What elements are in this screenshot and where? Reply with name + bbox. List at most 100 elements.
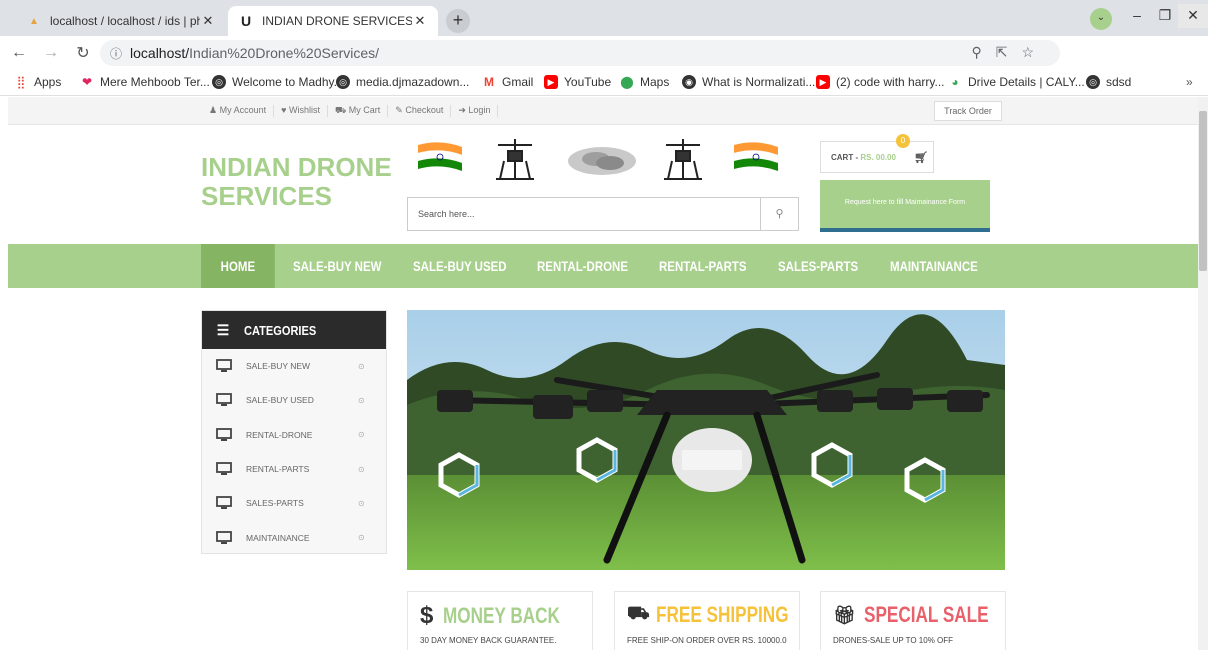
category-sale-buy-used[interactable]: SALE-BUY USED ⊙ [202, 383, 386, 417]
nav-sale-buy-new[interactable]: SALE-BUY NEW [293, 244, 381, 288]
omnibox-actions[interactable]: ⚲⇱☆ [971, 44, 1048, 61]
cart-widget[interactable]: CART - RS. 00.00 🛒︎ [820, 141, 934, 173]
nav-sales-parts[interactable]: SALES-PARTS [778, 244, 858, 288]
nav-sale-buy-used[interactable]: SALE-BUY USED [413, 244, 507, 288]
feature-subtitle: FREE SHIP-ON ORDER OVER RS. 10000.00 [627, 636, 787, 645]
tab-title: localhost / localhost / ids | phpM [50, 14, 200, 28]
hamburger-icon: ☰ [216, 321, 230, 338]
bookmark-mere-mehboob[interactable]: ❤ Mere Mehboob Ter... [80, 75, 210, 89]
chevron-right-icon: ⊙ [358, 361, 365, 371]
login-link[interactable]: ➜ Login [451, 105, 499, 117]
wishlist-link[interactable]: ♥ Wishlist [274, 105, 328, 117]
info-icon[interactable]: ⓘ [110, 45, 122, 62]
feature-money-back: $ MONEY BACK 30 DAY MONEY BACK GUARANTEE. [407, 591, 593, 650]
generic-icon: ◉ [682, 75, 696, 89]
categories-panel: ☰ CATEGORIES SALE-BUY NEW ⊙ SALE-BUY USED… [201, 310, 387, 554]
category-sales-parts[interactable]: SALES-PARTS ⊙ [202, 486, 386, 520]
feature-special-sale: 🎁︎ SPECIAL SALE DRONES-SALE UP TO 10% OFF [820, 591, 1006, 650]
drive-icon: ◕ [951, 75, 959, 89]
drone-icon [496, 139, 534, 180]
dollar-icon: $ [420, 602, 434, 629]
minimize-button[interactable]: – [1122, 4, 1152, 28]
account-links: ♟ My Account ♥ Wishlist ⛟ My Cart ✎ Chec… [202, 105, 499, 117]
brand-line-1: INDIAN DRONE [201, 152, 392, 182]
reload-icon[interactable]: ↻ [70, 43, 96, 63]
cart-label: CART - [831, 152, 861, 162]
monitor-icon [202, 359, 246, 373]
bookmark-media-djmaza[interactable]: ◎ media.djmazadown... [336, 75, 469, 89]
tab-title: INDIAN DRONE SERVICES- Home [262, 14, 412, 28]
tab-phpmyadmin[interactable]: ▲ localhost / localhost / ids | phpM ✕ [16, 6, 226, 36]
bookmark-drive-details[interactable]: ◕ Drive Details | CALY... [948, 75, 1084, 89]
maps-icon: ⬤ [620, 75, 634, 89]
bookmark-youtube[interactable]: ▶ YouTube [544, 75, 611, 89]
tab-indian-drone-services[interactable]: U INDIAN DRONE SERVICES- Home ✕ [228, 6, 438, 36]
address-toolbar: ← → ↻ ⓘ localhost/Indian%20Drone%20Servi… [0, 36, 1208, 96]
drone-icon [664, 139, 702, 180]
bookmark-sdsd[interactable]: ◎ sdsd [1086, 75, 1131, 89]
globe-icon: ◎ [336, 75, 350, 89]
checkout-link[interactable]: ✎ Checkout [388, 105, 452, 117]
bookmark-maps[interactable]: ⬤ Maps [620, 75, 669, 89]
browser-tab-strip: ▲ localhost / localhost / ids | phpM ✕ U… [0, 0, 1208, 36]
bookmark-welcome-madhy[interactable]: ◎ Welcome to Madhy... [212, 75, 344, 89]
feature-title: MONEY BACK [443, 603, 561, 628]
youtube-icon: ▶ [544, 75, 558, 89]
tab-search-button[interactable]: ⌄ [1090, 8, 1112, 30]
apps-grid-icon: ⣿ [16, 75, 26, 89]
site-logo-text[interactable]: INDIAN DRONE SERVICES [201, 153, 401, 211]
close-icon[interactable]: ✕ [412, 13, 428, 29]
my-account-link[interactable]: ♟ My Account [202, 105, 275, 117]
search-button[interactable]: ⚲ [760, 198, 798, 230]
truck-icon: ⛟ [627, 603, 650, 623]
bookmarks-bar: ⣿ Apps ❤ Mere Mehboob Ter... ◎ Welcome to M… [0, 70, 1208, 96]
web-page: ♟ My Account ♥ Wishlist ⛟ My Cart ✎ Chec… [8, 97, 1198, 650]
cart-count-badge: 0 [896, 134, 910, 148]
chevron-right-icon: ⊙ [358, 464, 365, 474]
bookmark-gmail[interactable]: M Gmail [482, 75, 533, 89]
nav-home[interactable]: HOME [201, 244, 275, 288]
bookmark-apps[interactable]: ⣿ Apps [14, 75, 62, 89]
category-rental-drone[interactable]: RENTAL-DRONE ⊙ [202, 418, 386, 452]
globe-icon: ◎ [212, 75, 226, 89]
bookmark-normalization[interactable]: ◉ What is Normalizati... [682, 75, 815, 89]
close-window-button[interactable]: ✕ [1178, 4, 1208, 28]
page-scrollbar[interactable] [1198, 97, 1208, 650]
maintenance-request-button[interactable]: Request here to fill Maimainance Form [820, 180, 990, 232]
new-tab-button[interactable]: + [446, 9, 470, 33]
nav-rental-drone[interactable]: RENTAL-DRONE [537, 244, 628, 288]
forward-arrow-icon[interactable]: → [38, 44, 64, 62]
monitor-icon [202, 496, 246, 510]
monitor-icon [202, 462, 246, 476]
feature-title: SPECIAL SALE [863, 602, 989, 627]
category-maintainance[interactable]: MAINTAINANCE ⊙ [202, 520, 386, 554]
india-flag-icon [733, 142, 779, 171]
nav-maintainance[interactable]: MAINTAINANCE [890, 244, 978, 288]
monitor-icon [202, 393, 246, 407]
category-sale-buy-new[interactable]: SALE-BUY NEW ⊙ [202, 349, 386, 383]
feature-title: FREE SHIPPING [655, 602, 789, 627]
india-flag-icon [417, 142, 463, 171]
handshake-icon [568, 147, 636, 175]
url-host: localhost/ [130, 45, 190, 61]
main-navigation: HOME SALE-BUY NEW SALE-BUY USED RENTAL-D… [8, 244, 1198, 288]
more-bookmarks-icon[interactable]: » [1186, 75, 1193, 89]
my-cart-link[interactable]: ⛟ My Cart [328, 105, 389, 117]
chevron-right-icon: ⊙ [358, 430, 365, 440]
bookmark-code-with-harry[interactable]: ▶ (2) code with harry... [816, 75, 944, 89]
restore-button[interactable]: ❐ [1150, 4, 1180, 28]
categories-header[interactable]: ☰ CATEGORIES [202, 311, 386, 349]
nav-rental-parts[interactable]: RENTAL-PARTS [659, 244, 747, 288]
cart-icon: 🛒︎ [914, 151, 928, 164]
close-icon[interactable]: ✕ [200, 13, 216, 29]
search-input[interactable] [408, 198, 758, 230]
track-order-button[interactable]: Track Order [934, 101, 1002, 121]
scrollbar-thumb[interactable] [1199, 111, 1207, 271]
category-rental-parts[interactable]: RENTAL-PARTS ⊙ [202, 452, 386, 486]
brand-line-2: SERVICES [201, 181, 333, 211]
monitor-icon [202, 530, 246, 545]
feature-subtitle: 30 DAY MONEY BACK GUARANTEE. [420, 636, 557, 645]
feature-free-shipping: ⛟ FREE SHIPPING FREE SHIP-ON ORDER OVER R… [614, 591, 800, 650]
back-arrow-icon[interactable]: ← [6, 44, 32, 62]
url-bar[interactable]: ⓘ localhost/Indian%20Drone%20Services/ ⚲… [100, 40, 1060, 66]
